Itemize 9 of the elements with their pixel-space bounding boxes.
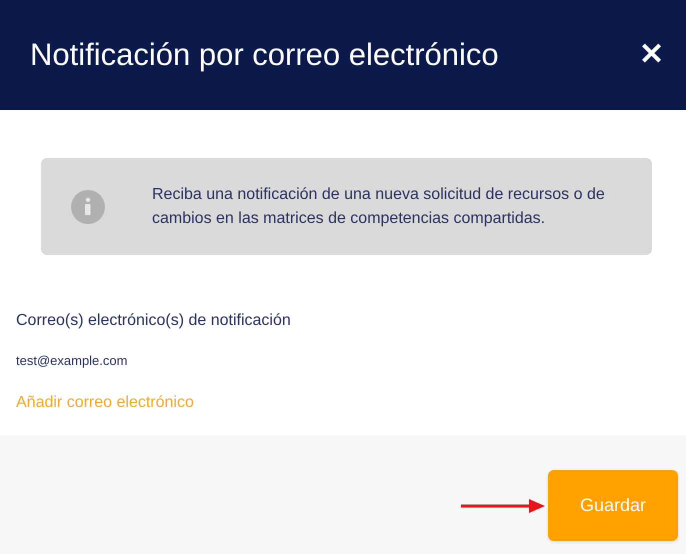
close-button[interactable]: ✕ bbox=[639, 40, 664, 70]
email-address: test@example.com bbox=[16, 352, 128, 370]
emails-label: Correo(s) electrónico(s) de notificación bbox=[16, 311, 291, 331]
save-button[interactable]: Guardar bbox=[548, 470, 678, 541]
arrow-icon bbox=[461, 499, 545, 513]
add-email-link[interactable]: Añadir correo electrónico bbox=[16, 390, 194, 414]
dialog-title: Notificación por correo electrónico bbox=[30, 36, 500, 74]
info-message: Reciba una notificación de una nueva solicitud de recursos o de cambios en las matrices de competencias compartidas. bbox=[152, 184, 606, 228]
info-icon bbox=[71, 190, 105, 224]
